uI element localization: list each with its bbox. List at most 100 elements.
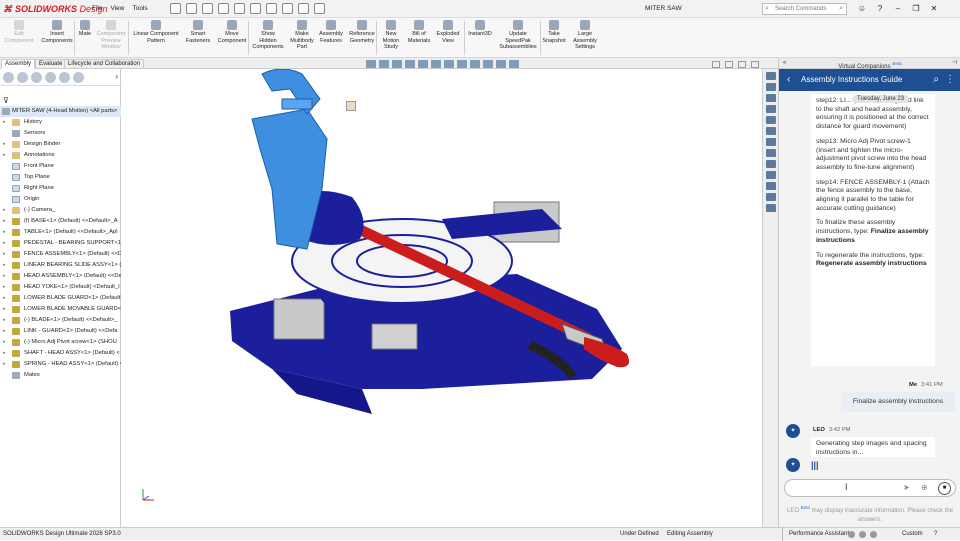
- print-icon[interactable]: [234, 3, 245, 14]
- expand-arrow-icon[interactable]: ▸: [3, 326, 6, 337]
- expand-arrow-icon[interactable]: ▸: [3, 249, 6, 260]
- options-icon[interactable]: [314, 3, 325, 14]
- help-icon[interactable]: ?: [934, 528, 937, 541]
- close-icon[interactable]: ✕: [928, 2, 940, 15]
- help-icon[interactable]: ?: [874, 2, 886, 15]
- tree-item[interactable]: ▸ (-) BLADE<1> (Default) <<Default>_: [0, 315, 121, 326]
- select-icon[interactable]: [282, 3, 293, 14]
- expand-arrow-icon[interactable]: ▸: [3, 205, 6, 216]
- expand-arrow-icon[interactable]: ▸: [3, 216, 6, 227]
- view-palette-icon[interactable]: [765, 105, 776, 113]
- undo-icon[interactable]: [250, 3, 261, 14]
- design-library-icon[interactable]: [765, 83, 776, 91]
- new-document-icon[interactable]: [186, 3, 197, 14]
- tree-item[interactable]: ▸ PEDESTAL - BEARING SUPPORT<1>: [0, 238, 121, 249]
- appearance-tab-icon[interactable]: [73, 72, 84, 83]
- status-icon-1[interactable]: [848, 531, 855, 538]
- tree-item[interactable]: Top Plane: [0, 172, 121, 183]
- monitor-icon[interactable]: [509, 60, 519, 68]
- solidworks-forum-icon[interactable]: [765, 138, 776, 146]
- custom-properties-icon[interactable]: [765, 127, 776, 135]
- minimize-icon[interactable]: –: [892, 2, 904, 15]
- tab-assembly[interactable]: Assembly: [1, 59, 36, 69]
- tree-item[interactable]: ▸ FENCE ASSEMBLY<1> (Default) <<D: [0, 249, 121, 260]
- ribbon-button-10[interactable]: Reference Geometry: [347, 20, 377, 44]
- section-view-icon[interactable]: [405, 60, 415, 68]
- ribbon-button-1[interactable]: Insert Components: [40, 20, 74, 44]
- companion-icon[interactable]: [765, 182, 776, 190]
- hide-show-icon[interactable]: [457, 60, 467, 68]
- tree-item[interactable]: Mates: [0, 370, 121, 381]
- chat-input[interactable]: I ➤ ⊕ ■: [784, 479, 956, 497]
- apply-scene-icon[interactable]: [483, 60, 493, 68]
- expand-arrow-icon[interactable]: ▸: [3, 260, 6, 271]
- user-icon[interactable]: ☺: [856, 2, 868, 15]
- ribbon-button-5[interactable]: Smart Fasteners: [184, 20, 212, 44]
- expand-arrow-icon[interactable]: ▸: [3, 359, 6, 370]
- tree-item[interactable]: ▸ Design Binder: [0, 139, 121, 150]
- ribbon-button-7[interactable]: Show Hidden Components: [250, 20, 286, 51]
- expand-arrow-icon[interactable]: ▸: [3, 117, 6, 128]
- graphics-area[interactable]: [122, 69, 762, 527]
- tree-item[interactable]: ▸ History: [0, 117, 121, 128]
- menu-view[interactable]: View: [110, 5, 124, 12]
- resources-icon[interactable]: [765, 72, 776, 80]
- expand-arrow-icon[interactable]: ▸: [3, 348, 6, 359]
- tree-root[interactable]: MITER SAW (4-Head Motion) <All parts>: [0, 106, 121, 117]
- menu-file[interactable]: File: [92, 5, 102, 12]
- tab-evaluate[interactable]: Evaluate: [35, 59, 67, 69]
- expand-arrow-icon[interactable]: ▸: [3, 271, 6, 282]
- back-arrow-icon[interactable]: ‹: [787, 69, 790, 91]
- tree-item[interactable]: Origin: [0, 194, 121, 205]
- tree-item[interactable]: Sensors: [0, 128, 121, 139]
- send-icon[interactable]: ➤: [903, 483, 910, 492]
- expand-arrow-icon[interactable]: ▸: [3, 282, 6, 293]
- toolbox-icon[interactable]: [765, 149, 776, 157]
- property-manager-tab-icon[interactable]: [17, 72, 28, 83]
- tree-item[interactable]: ▸ (-) Micro Adj Pivot screw<1> (SHOU: [0, 337, 121, 348]
- restore-icon[interactable]: ❐: [910, 2, 922, 15]
- ribbon-button-2[interactable]: Mate: [76, 20, 94, 38]
- rebuild-icon[interactable]: [298, 3, 309, 14]
- ribbon-button-8[interactable]: Make Multibody Part: [288, 20, 316, 51]
- expand-arrow-icon[interactable]: ▸: [3, 315, 6, 326]
- expand-arrow-icon[interactable]: ▸: [3, 227, 6, 238]
- ribbon-button-13[interactable]: Exploded View: [434, 20, 462, 44]
- expand-arrow-icon[interactable]: ▸: [3, 293, 6, 304]
- appearances-icon[interactable]: [765, 116, 776, 124]
- tree-item[interactable]: ▸ TABLE<1> (Default) <<Default>_Apl: [0, 227, 121, 238]
- home-icon[interactable]: [170, 3, 181, 14]
- ribbon-button-14[interactable]: Instant3D: [466, 20, 494, 38]
- redo-icon[interactable]: [266, 3, 277, 14]
- feature-tree-tab-icon[interactable]: [3, 72, 14, 83]
- viewport-minimize-icon[interactable]: [725, 61, 733, 68]
- menu-tools[interactable]: Tools: [132, 5, 147, 12]
- expand-arrow-icon[interactable]: ▸: [3, 238, 6, 249]
- view-settings-icon[interactable]: [496, 60, 506, 68]
- part-thumbnail-icon[interactable]: [346, 101, 356, 111]
- expand-arrow-icon[interactable]: ▸: [3, 150, 6, 161]
- ribbon-button-4[interactable]: Linear Component Pattern: [130, 20, 182, 44]
- tree-item[interactable]: ▸ (-) Camera_: [0, 205, 121, 216]
- ribbon-button-11[interactable]: New Motion Study: [380, 20, 402, 51]
- tree-item[interactable]: ▸ SHAFT - HEAD ASSY<1> (Default) <: [0, 348, 121, 359]
- ribbon-button-16[interactable]: Take Snapshot: [542, 20, 566, 44]
- expand-arrow-icon[interactable]: ▸: [3, 139, 6, 150]
- display-manager-tab-icon[interactable]: [59, 72, 70, 83]
- dynamic-annotation-icon[interactable]: [418, 60, 428, 68]
- ribbon-button-17[interactable]: Large Assembly Settings: [570, 20, 600, 51]
- ribbon-button-15[interactable]: Update SpeedPak Subassemblies: [498, 20, 538, 51]
- viewport-icon[interactable]: [712, 61, 720, 68]
- zoom-to-fit-icon[interactable]: [366, 60, 376, 68]
- view-orientation-icon[interactable]: [431, 60, 441, 68]
- 3dexperience-icon[interactable]: [765, 160, 776, 168]
- viewport-close-icon[interactable]: [751, 61, 759, 68]
- chevron-right-icon[interactable]: ›: [115, 72, 118, 83]
- tree-item[interactable]: Front Plane: [0, 161, 121, 172]
- tree-item[interactable]: ▸ HEAD YOKE<1> (Default) <Default_I: [0, 282, 121, 293]
- file-explorer-icon[interactable]: [765, 94, 776, 102]
- ribbon-button-12[interactable]: Bill of Materials: [406, 20, 432, 44]
- markup-icon[interactable]: [765, 171, 776, 179]
- miter-saw-model[interactable]: [122, 69, 762, 527]
- dimxpert-tab-icon[interactable]: [45, 72, 56, 83]
